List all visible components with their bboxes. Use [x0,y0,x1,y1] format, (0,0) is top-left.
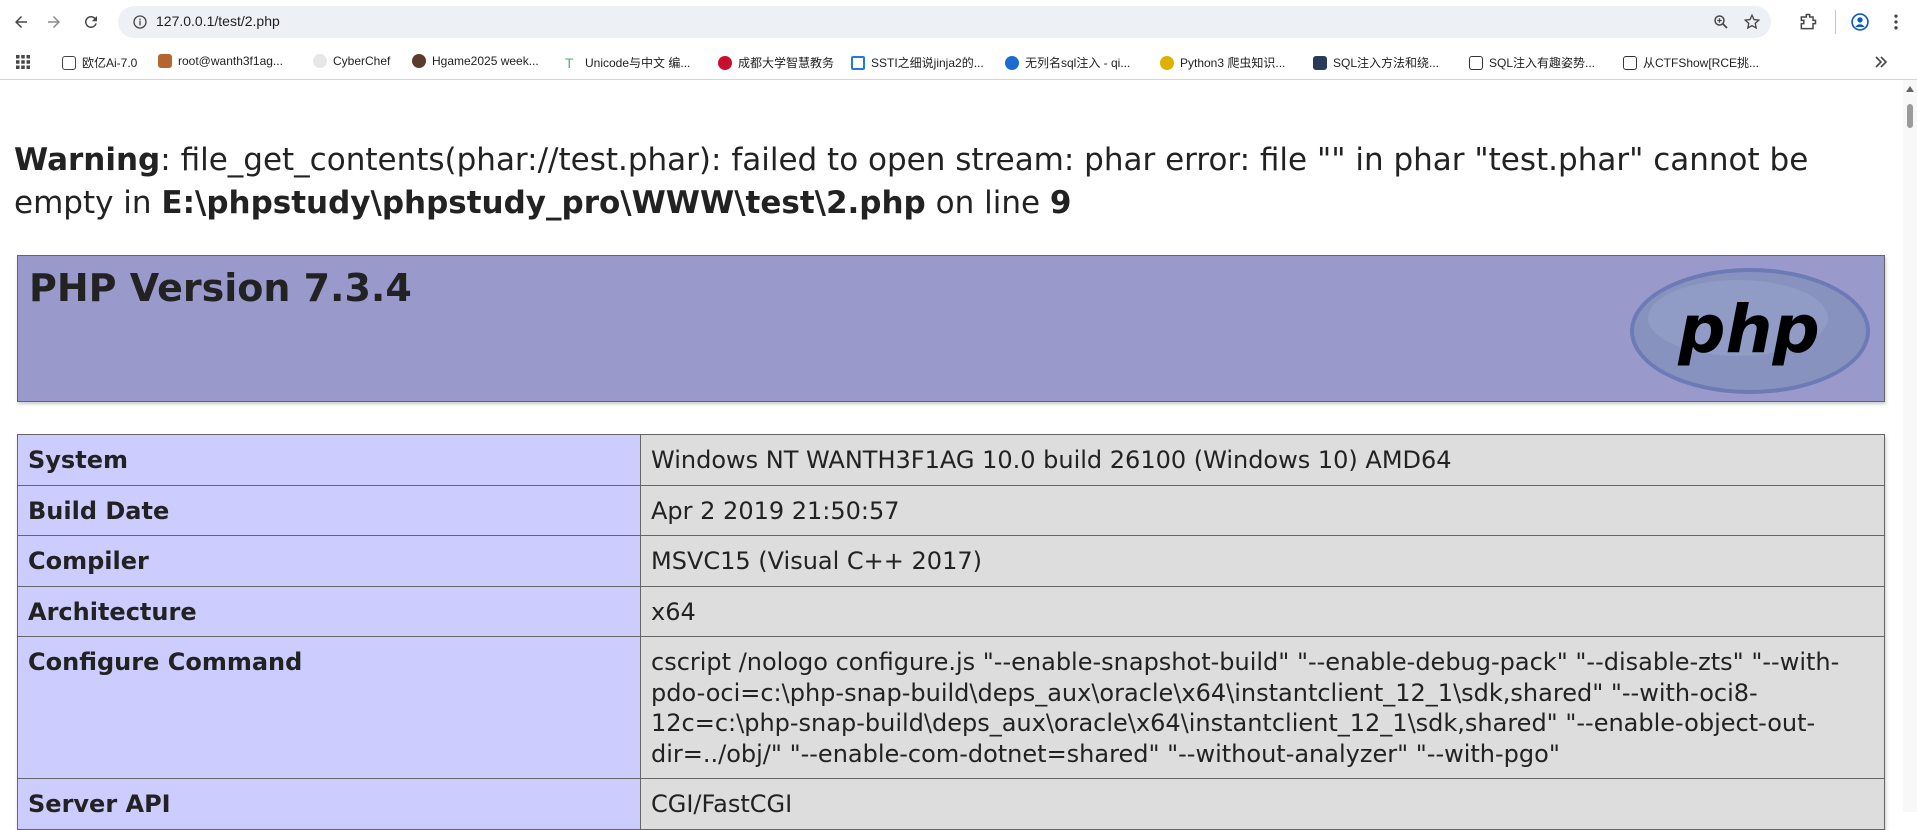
bookmark-item[interactable]: 无列名sql注入 - qi... [1005,54,1130,71]
zoom-icon[interactable] [1712,13,1730,31]
info-table: System Windows NT WANTH3F1AG 10.0 build … [17,434,1885,830]
forward-icon[interactable] [41,9,67,35]
back-icon[interactable] [8,9,34,35]
bookmark-favicon-icon [313,54,327,68]
apps-icon[interactable] [15,54,31,70]
extensions-icon[interactable] [1798,12,1818,32]
row-value: Apr 2 2019 21:50:57 [640,484,1885,536]
php-version-header: PHP Version 7.3.4 php [17,255,1885,402]
bookmark-favicon-icon [718,55,732,70]
bookmark-favicon-icon [1469,55,1483,70]
bookmark-item[interactable]: SSTI之细说jinja2的... [851,54,984,71]
php-logo-text: php [1677,291,1819,368]
row-key: Build Date [17,484,641,536]
row-key: System [17,434,641,486]
bookmark-favicon-icon [62,55,76,70]
table-row: System Windows NT WANTH3F1AG 10.0 build … [17,434,1885,486]
bookmark-item[interactable]: 欧亿Ai-7.0 [62,54,137,71]
table-row: Configure Command cscript /nologo config… [17,636,1885,779]
bookmark-item[interactable]: T Unicode与中文 编... [565,54,690,71]
bookmark-favicon-icon [1623,55,1637,70]
row-value: cscript /nologo configure.js "--enable-s… [640,636,1885,779]
bookmark-item[interactable]: 从CTFShow[RCE挑... [1623,54,1759,71]
more-bookmarks-icon[interactable] [1874,55,1888,69]
warning-label: Warning [14,142,161,178]
table-row: Architecture x64 [17,585,1885,637]
bookmarks-bar: 欧亿Ai-7.0 root@wanth3f1ag... CyberChef Hg… [0,44,1917,80]
reload-icon[interactable] [78,9,104,35]
warning-on-line: on line [925,185,1050,221]
url-text[interactable]: 127.0.0.1/test/2.php [156,13,280,29]
warning-line-number: 9 [1049,185,1072,221]
php-warning: Warning: file_get_contents(phar://test.p… [14,139,1894,225]
scroll-up-icon[interactable] [1906,86,1914,92]
table-row: Compiler MSVC15 (Visual C++ 2017) [17,535,1885,587]
page-content: Warning: file_get_contents(phar://test.p… [0,81,1903,830]
bookmark-favicon-icon [412,54,426,68]
address-bar[interactable]: 127.0.0.1/test/2.php [118,6,1771,38]
bookmark-item[interactable]: SQL注入方法和绕... [1313,54,1439,71]
row-key: Compiler [17,535,641,587]
browser-toolbar: 127.0.0.1/test/2.php [0,0,1917,44]
bookmark-item[interactable]: CyberChef [313,54,390,68]
bookmark-favicon-icon [1005,55,1019,70]
profile-icon[interactable] [1850,12,1870,32]
bookmark-favicon-icon: T [565,54,574,71]
page-title: PHP Version 7.3.4 [29,266,412,310]
scrollbar-thumb[interactable] [1907,104,1913,128]
bookmark-item[interactable]: SQL注入有趣姿势... [1469,54,1595,71]
info-icon[interactable] [132,14,148,30]
bookmark-item[interactable]: Python3 爬虫知识... [1160,54,1285,71]
bookmark-item[interactable]: 成都大学智慧教务 [718,54,834,71]
row-value: MSVC15 (Visual C++ 2017) [640,535,1885,587]
row-value: x64 [640,585,1885,637]
toolbar-divider [1835,10,1836,34]
table-row: Build Date Apr 2 2019 21:50:57 [17,484,1885,536]
row-key: Architecture [17,585,641,637]
menu-icon[interactable] [1886,12,1906,32]
row-value: Windows NT WANTH3F1AG 10.0 build 26100 (… [640,434,1885,486]
bookmark-item[interactable]: Hgame2025 week... [412,54,539,68]
bookmark-item[interactable]: root@wanth3f1ag... [158,54,283,68]
row-key: Configure Command [17,636,641,779]
php-logo[interactable]: php [1628,266,1872,396]
star-icon[interactable] [1743,13,1761,31]
bookmark-favicon-icon [1160,55,1174,70]
row-value: CGI/FastCGI [640,778,1885,830]
row-key: Server API [17,778,641,830]
bookmark-favicon-icon [1313,55,1327,70]
bookmark-favicon-icon [851,55,865,70]
warning-file: E:\phpstudy\phpstudy_pro\WWW\test\2.php [161,185,926,221]
bookmark-favicon-icon [158,54,172,68]
table-row: Server API CGI/FastCGI [17,778,1885,830]
page-scrollbar[interactable] [1903,80,1917,812]
